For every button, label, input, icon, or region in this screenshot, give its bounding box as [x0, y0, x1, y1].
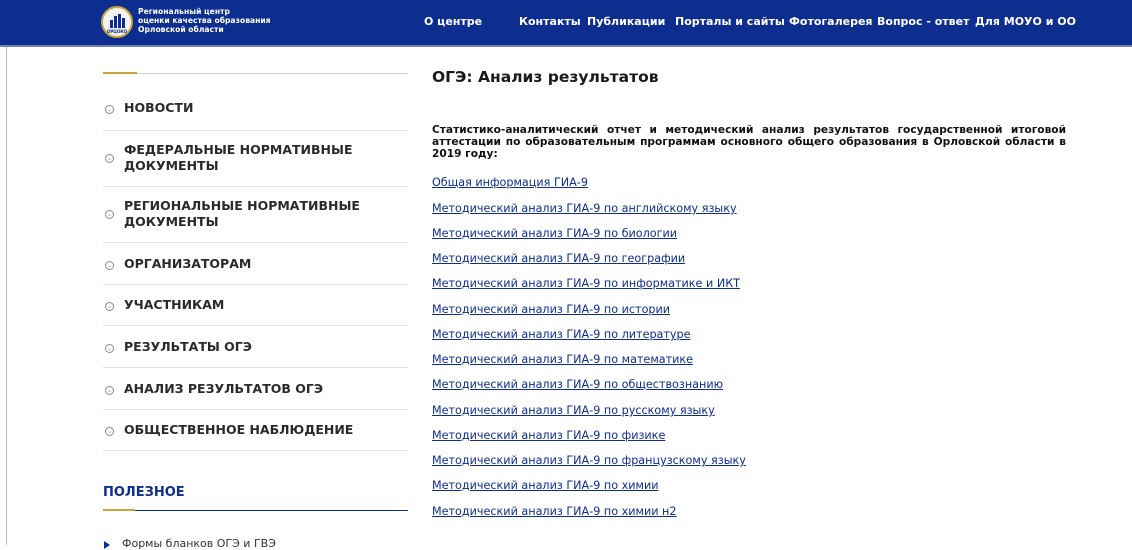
sidebar-item-label: ФЕДЕРАЛЬНЫЕ НОРМАТИВНЫЕ ДОКУМЕНТЫ	[124, 142, 353, 173]
circle-chevron-icon: ⌄	[105, 154, 114, 163]
sidebar-item-label: ОБЩЕСТВЕННОЕ НАБЛЮДЕНИЕ	[124, 422, 354, 437]
logo-icon[interactable]: ОРЦОКО	[101, 6, 133, 38]
sidebar-item-news[interactable]: ⌄ НОВОСТИ	[103, 100, 408, 116]
triangle-bullet-icon	[104, 541, 110, 549]
circle-chevron-icon: ⌄	[105, 302, 114, 311]
sidebar-item-oge-results[interactable]: ⌄ РЕЗУЛЬТАТЫ ОГЭ	[103, 339, 408, 355]
nav-item-publications[interactable]: Публикации	[587, 15, 665, 28]
doc-link[interactable]: Методический анализ ГИА-9 по математике	[432, 353, 693, 366]
nav-item-about[interactable]: О центре	[424, 15, 482, 28]
nav-item-photogallery[interactable]: Фотогалерея	[789, 15, 872, 28]
circle-chevron-icon: ⌄	[105, 105, 114, 114]
sidebar-divider	[103, 367, 408, 368]
doc-link[interactable]: Методический анализ ГИА-9 по обществозна…	[432, 378, 723, 391]
sidebar-item-federal-docs[interactable]: ⌄ ФЕДЕРАЛЬНЫЕ НОРМАТИВНЫЕ ДОКУМЕНТЫ	[103, 142, 408, 174]
doc-link[interactable]: Методический анализ ГИА-9 по французском…	[432, 454, 746, 467]
doc-link[interactable]: Методический анализ ГИА-9 по географии	[432, 252, 685, 265]
doc-link[interactable]: Методический анализ ГИА-9 по биологии	[432, 227, 677, 240]
page-title: ОГЭ: Анализ результатов	[432, 68, 659, 86]
nav-item-for-schools[interactable]: Для МОУО и ОО	[975, 15, 1076, 28]
sidebar-divider	[103, 242, 408, 243]
useful-heading: ПОЛЕЗНОЕ	[103, 485, 185, 500]
sidebar-item-participants[interactable]: ⌄ УЧАСТНИКАМ	[103, 297, 408, 313]
nav-item-contacts[interactable]: Контакты	[519, 15, 581, 28]
org-line: Орловской области	[138, 25, 224, 34]
sidebar-item-label: ОРГАНИЗАТОРАМ	[124, 256, 252, 271]
doc-link[interactable]: Методический анализ ГИА-9 по английскому…	[432, 202, 737, 215]
site-header: ОРЦОКО Региональный центр оценки качеств…	[0, 0, 1132, 47]
org-name[interactable]: Региональный центр оценки качества образ…	[138, 7, 271, 34]
sidebar-item-public-observation[interactable]: ⌄ ОБЩЕСТВЕННОЕ НАБЛЮДЕНИЕ	[103, 422, 408, 438]
doc-link[interactable]: Методический анализ ГИА-9 по информатике…	[432, 277, 740, 290]
circle-chevron-icon: ⌄	[105, 427, 114, 436]
sidebar-item-organizers[interactable]: ⌄ ОРГАНИЗАТОРАМ	[103, 256, 408, 272]
doc-link[interactable]: Методический анализ ГИА-9 по физике	[432, 429, 665, 442]
nav-item-portals[interactable]: Порталы и сайты	[675, 15, 785, 28]
sidebar-item-regional-docs[interactable]: ⌄ РЕГИОНАЛЬНЫЕ НОРМАТИВНЫЕ ДОКУМЕНТЫ	[103, 198, 408, 230]
sidebar-divider	[103, 325, 408, 326]
sidebar-item-label: НОВОСТИ	[124, 100, 194, 115]
useful-divider	[103, 509, 408, 511]
sidebar-item-label: РЕЗУЛЬТАТЫ ОГЭ	[124, 339, 252, 354]
doc-link[interactable]: Методический анализ ГИА-9 по химии н2	[432, 505, 677, 518]
sidebar-divider	[103, 284, 408, 285]
nav-item-faq[interactable]: Вопрос - ответ	[877, 15, 969, 28]
sidebar-item-label: УЧАСТНИКАМ	[124, 297, 225, 312]
circle-chevron-icon: ⌄	[105, 344, 114, 353]
sidebar-item-oge-analysis[interactable]: ⌄ АНАЛИЗ РЕЗУЛЬТАТОВ ОГЭ	[103, 381, 408, 397]
circle-chevron-icon: ⌄	[105, 386, 114, 395]
sidebar-divider	[103, 450, 408, 451]
sidebar-item-label: АНАЛИЗ РЕЗУЛЬТАТОВ ОГЭ	[124, 381, 324, 396]
org-line: Региональный центр	[138, 7, 230, 16]
sidebar-top-divider	[103, 72, 408, 74]
page-edge	[6, 47, 7, 545]
doc-link[interactable]: Методический анализ ГИА-9 по русскому яз…	[432, 404, 715, 417]
doc-link[interactable]: Методический анализ ГИА-9 по литературе	[432, 328, 691, 341]
sidebar-item-label: РЕГИОНАЛЬНЫЕ НОРМАТИВНЫЕ ДОКУМЕНТЫ	[124, 198, 360, 229]
logo-text: ОРЦОКО	[106, 29, 128, 34]
circle-chevron-icon: ⌄	[105, 210, 114, 219]
doc-link[interactable]: Методический анализ ГИА-9 по химии	[432, 479, 659, 492]
sidebar-divider	[103, 186, 408, 187]
sidebar-divider	[103, 130, 408, 131]
circle-chevron-icon: ⌄	[105, 261, 114, 270]
doc-link[interactable]: Методический анализ ГИА-9 по истории	[432, 303, 670, 316]
useful-link[interactable]: Формы бланков ОГЭ и ГВЭ	[122, 537, 276, 550]
org-line: оценки качества образования	[138, 16, 271, 25]
intro-text: Статистико-аналитический отчет и методич…	[432, 124, 1066, 160]
sidebar-divider	[103, 409, 408, 410]
doc-link[interactable]: Общая информация ГИА-9	[432, 176, 588, 189]
